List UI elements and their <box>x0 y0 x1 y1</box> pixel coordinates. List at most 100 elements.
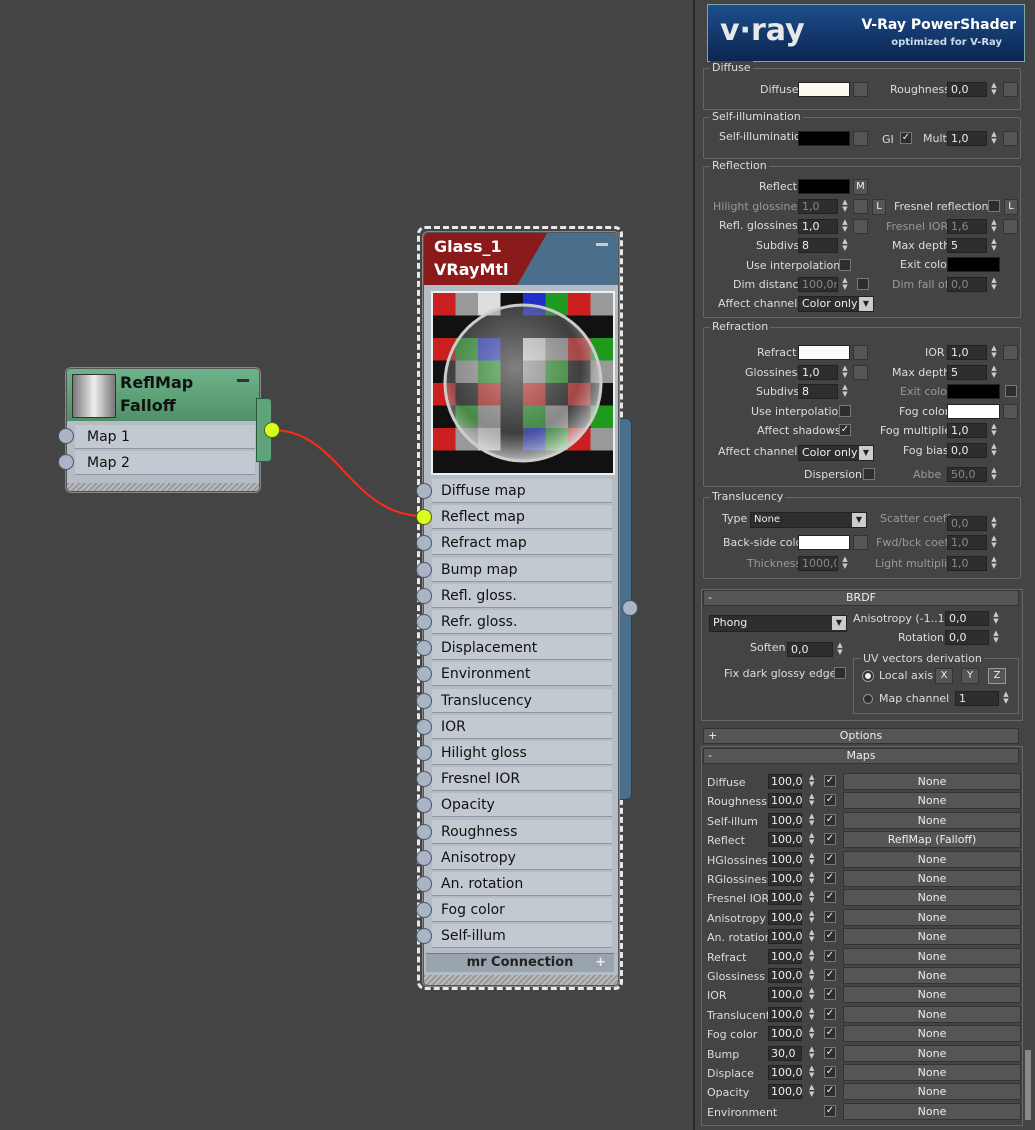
maps-rollout-header[interactable]: - Maps <box>703 748 1019 764</box>
dim-falloff-spinner[interactable]: ▲ ▼ <box>989 277 999 292</box>
map-slot-button[interactable]: None <box>843 889 1021 907</box>
map-amount-spinner[interactable]: ▲ ▼ <box>809 948 819 963</box>
chevron-down-icon[interactable]: ▼ <box>832 616 846 630</box>
map-enable-checkbox[interactable]: ✓ <box>824 833 836 846</box>
map-slot-button[interactable]: None <box>843 870 1021 887</box>
hilight-glossiness-field[interactable]: 1,0 <box>798 199 838 214</box>
fresnel-ior-spinner[interactable]: ▲ ▼ <box>989 219 999 234</box>
vray-slot-socket[interactable] <box>416 587 432 604</box>
map-amount-spinner[interactable]: ▲ ▼ <box>809 812 819 827</box>
fog-multiplier-field[interactable]: 1,0 <box>947 423 987 438</box>
refl-gloss-map-button[interactable] <box>853 219 868 234</box>
roughness-spinner[interactable]: ▲ ▼ <box>989 82 999 97</box>
dim-distance-checkbox[interactable] <box>857 278 869 290</box>
vray-output-socket[interactable] <box>622 600 638 616</box>
map-enable-checkbox[interactable]: ✓ <box>824 872 836 884</box>
map-amount-field[interactable]: 100,0 <box>768 1026 803 1042</box>
map-slot-button[interactable]: None <box>843 811 1021 829</box>
map-channel-radio[interactable] <box>863 694 873 704</box>
hilight-lock-button[interactable]: L <box>872 199 886 215</box>
reflect-color-swatch[interactable] <box>798 179 850 194</box>
material-parameter-panel[interactable]: v·ray V-Ray PowerShader optimized for V-… <box>693 0 1035 1130</box>
ior-field[interactable]: 1,0 <box>947 345 987 360</box>
refract-map-button[interactable] <box>853 345 868 360</box>
vray-slot-socket[interactable] <box>416 692 432 709</box>
vray-slot-socket[interactable] <box>416 849 432 866</box>
vray-slot[interactable]: Environment <box>432 662 612 687</box>
map-enable-checkbox[interactable]: ✓ <box>824 891 836 904</box>
self-illum-color-swatch[interactable] <box>798 131 850 146</box>
panel-scrollbar[interactable] <box>1025 1050 1031 1120</box>
vray-slot[interactable]: Hilight gloss <box>432 741 612 765</box>
map-amount-field[interactable]: 30,0 <box>768 1045 802 1061</box>
map-enable-checkbox[interactable]: ✓ <box>824 969 836 981</box>
translucency-type-dropdown[interactable]: None ▼ <box>750 512 867 528</box>
map-amount-spinner[interactable]: ▲ ▼ <box>809 987 819 1001</box>
vray-slot[interactable]: Self-illum <box>432 924 612 949</box>
vray-slot-socket[interactable] <box>416 823 432 840</box>
plus-icon[interactable]: + <box>595 954 606 972</box>
map-amount-field[interactable]: 100,0 <box>768 832 803 848</box>
map-amount-field[interactable]: 100,0 <box>768 774 803 789</box>
hilight-map-button[interactable] <box>853 199 868 214</box>
local-axis-radio[interactable] <box>863 671 873 681</box>
map-slot-button[interactable]: None <box>843 1044 1021 1062</box>
map-amount-field[interactable]: 100,0 <box>768 929 803 945</box>
map-slot-button[interactable]: None <box>843 1064 1021 1081</box>
map-amount-field[interactable]: 100,0 <box>768 890 803 906</box>
map-amount-spinner[interactable]: ▲ ▼ <box>809 832 819 846</box>
map-amount-field[interactable]: 100,0 <box>768 909 803 925</box>
map-amount-spinner[interactable]: ▲ ▼ <box>809 871 819 885</box>
brdf-type-dropdown[interactable]: Phong ▼ <box>709 615 847 632</box>
resize-grip[interactable] <box>67 483 259 491</box>
refl-max-depth-field[interactable]: 5 <box>947 238 987 253</box>
soften-field[interactable]: 0,0 <box>787 642 833 657</box>
map-enable-checkbox[interactable]: ✓ <box>824 813 836 826</box>
map-amount-field[interactable]: 100,0 <box>768 948 803 964</box>
map-enable-checkbox[interactable]: ✓ <box>824 949 836 962</box>
scatter-coeff-field[interactable]: 0,0 <box>947 516 987 531</box>
dim-distance-spinner[interactable]: ▲ ▼ <box>840 277 850 292</box>
map-amount-field[interactable]: 100,0 <box>768 987 803 1003</box>
map-amount-field[interactable]: 100,0 <box>768 968 803 983</box>
map-amount-spinner[interactable]: ▲ ▼ <box>809 851 819 866</box>
refr-max-depth-spinner[interactable]: ▲ ▼ <box>989 365 999 380</box>
vray-slot[interactable]: Displacement <box>432 636 612 661</box>
ior-map-button[interactable] <box>1003 345 1018 360</box>
fresnel-reflections-checkbox[interactable] <box>988 200 1000 212</box>
refl-subdivs-field[interactable]: 8 <box>798 238 838 253</box>
map-amount-spinner[interactable]: ▲ ▼ <box>809 1084 819 1098</box>
map-enable-checkbox[interactable]: ✓ <box>824 1104 836 1117</box>
vray-slot[interactable]: Reflect map <box>432 505 612 530</box>
minimize-icon[interactable] <box>237 379 249 382</box>
map-enable-checkbox[interactable]: ✓ <box>824 1046 836 1059</box>
scatter-coeff-spinner[interactable]: ▲ ▼ <box>989 516 999 531</box>
self-illum-map-button[interactable] <box>853 131 868 146</box>
diffuse-color-swatch[interactable] <box>798 82 850 97</box>
vray-slot[interactable]: Fresnel IOR <box>432 767 612 792</box>
hilight-spinner[interactable]: ▲ ▼ <box>840 199 850 214</box>
slate-node-view[interactable]: ReflMap Falloff Map 1 Map 2 Glass_1 VRay… <box>0 0 692 1130</box>
mr-connection-footer[interactable]: mr Connection + <box>426 953 614 972</box>
gi-checkbox[interactable]: ✓ <box>900 132 912 144</box>
map-slot-button[interactable]: ReflMap (Falloff) <box>843 831 1021 849</box>
fwd-bck-coeff-spinner[interactable]: ▲ ▼ <box>989 535 999 550</box>
roughness-field[interactable]: 0,0 <box>947 82 987 97</box>
fwd-bck-coeff-field[interactable]: 1,0 <box>947 535 987 550</box>
axis-y-button[interactable]: Y <box>961 668 979 684</box>
mult-spinner[interactable]: ▲ ▼ <box>989 131 999 146</box>
fog-color-swatch[interactable] <box>947 404 1000 419</box>
map-slot-button[interactable]: None <box>843 986 1021 1004</box>
map-slot-button[interactable]: None <box>843 1005 1021 1023</box>
vray-slot[interactable]: Diffuse map <box>432 479 612 503</box>
map-amount-spinner[interactable]: ▲ ▼ <box>809 793 819 807</box>
refl-gloss-spinner[interactable]: ▲ ▼ <box>840 219 850 234</box>
fresnel-ior-map-button[interactable] <box>1003 219 1018 234</box>
reflect-map-button[interactable]: M <box>853 179 868 195</box>
fresnel-lock-button[interactable]: L <box>1004 199 1018 215</box>
thickness-spinner[interactable]: ▲ ▼ <box>840 556 850 571</box>
map-amount-spinner[interactable]: ▲ ▼ <box>809 1006 819 1021</box>
fog-bias-spinner[interactable]: ▲ ▼ <box>989 443 999 458</box>
map-amount-spinner[interactable]: ▲ ▼ <box>809 968 819 982</box>
refr-affect-channels-dropdown[interactable]: Color only ▼ <box>798 445 874 461</box>
